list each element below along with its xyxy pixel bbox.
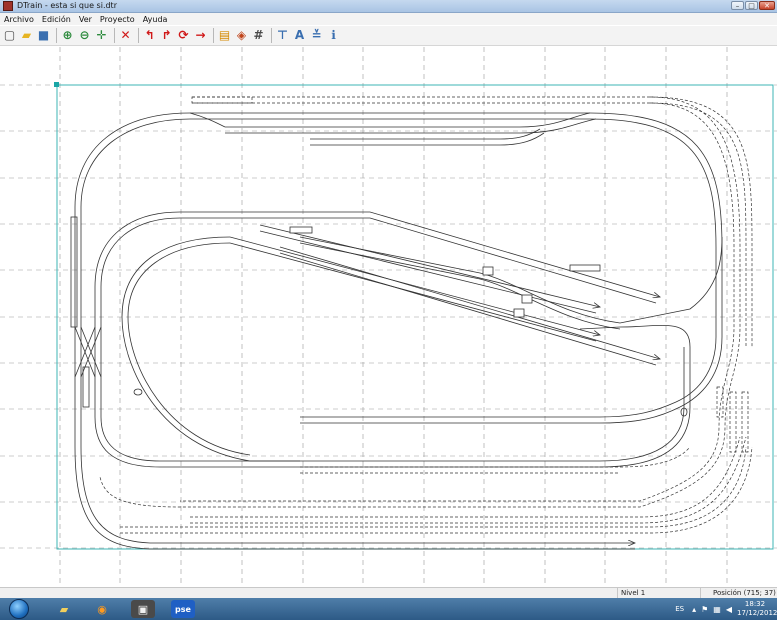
start-button[interactable] [9, 599, 29, 619]
toolbar: ▢ ▰ ■ ⊕ ⊖ ✛ ✕ ↰ ↱ ⟳ → ▤ ◈ # ⊤ A ≚ ℹ [0, 26, 777, 46]
dtrain-app-icon[interactable]: ▣ [131, 600, 155, 618]
menu-bar: Archivo Edición Ver Proyecto Ayuda [0, 13, 777, 25]
pan-move-icon[interactable]: ✛ [94, 28, 109, 43]
lower-level-tracks [99, 96, 753, 534]
flag-icon[interactable]: ⚑ [701, 605, 708, 614]
toolbar-separator [271, 28, 272, 43]
toolbar-separator [56, 28, 57, 43]
menu-archivo[interactable]: Archivo [4, 15, 34, 24]
new-file-icon[interactable]: ▢ [2, 28, 17, 43]
dtrain-logo-icon [3, 1, 13, 11]
menu-ayuda[interactable]: Ayuda [143, 15, 168, 24]
zoom-out-icon[interactable]: ⊖ [77, 28, 92, 43]
toolbar-separator [213, 28, 214, 43]
track-layout-drawing [0, 47, 777, 587]
toolbar-separator [138, 28, 139, 43]
grid-icon[interactable]: # [251, 28, 266, 43]
volume-icon[interactable]: ◀ [726, 605, 732, 614]
explorer-folder-icon[interactable]: ▰ [52, 600, 76, 618]
list-icon[interactable]: ▤ [217, 28, 232, 43]
taskbar: ▰ ◉ ▣ pse ES ▴ ⚑ ▦ ◀ 18:32 17/12/2012 [0, 598, 777, 620]
title-bar: DTrain - esta si que si.dtr – □ ✕ [0, 0, 777, 13]
grid-lines [0, 47, 777, 587]
save-icon[interactable]: ■ [36, 28, 51, 43]
info-icon[interactable]: ℹ [326, 28, 341, 43]
inner-loop-track [94, 211, 691, 468]
clock[interactable]: 18:32 17/12/2012 [737, 600, 777, 618]
left-crossover-track [70, 216, 688, 417]
rotate-icon[interactable]: ⟳ [176, 28, 191, 43]
pse-app-icon[interactable]: pse [171, 600, 195, 618]
window-controls: – □ ✕ [731, 1, 775, 10]
curve-right-icon[interactable]: ↱ [159, 28, 174, 43]
delete-icon[interactable]: ✕ [118, 28, 133, 43]
board-origin-handle[interactable] [54, 82, 59, 87]
clock-date: 17/12/2012 [737, 609, 777, 617]
menu-ver[interactable]: Ver [79, 15, 92, 24]
open-folder-icon[interactable]: ▰ [19, 28, 34, 43]
menu-edicion[interactable]: Edición [42, 15, 71, 24]
menu-proyecto[interactable]: Proyecto [100, 15, 135, 24]
network-icon[interactable]: ▦ [713, 605, 721, 614]
level-icon[interactable]: ⊤ [275, 28, 290, 43]
zoom-in-icon[interactable]: ⊕ [60, 28, 75, 43]
yard-tracks [180, 211, 723, 366]
language-indicator[interactable]: ES [675, 605, 684, 613]
window-title: DTrain - esta si que si.dtr [17, 1, 117, 10]
curve-left-icon[interactable]: ↰ [142, 28, 157, 43]
layout-canvas[interactable] [0, 47, 777, 587]
label-icon[interactable]: ≚ [309, 28, 324, 43]
media-player-icon[interactable]: ◉ [90, 600, 114, 618]
minimize-button[interactable]: – [731, 1, 744, 10]
outer-loop-track [74, 112, 723, 550]
system-tray: ES ▴ ⚑ ▦ ◀ 18:32 17/12/2012 [675, 598, 777, 620]
text-icon[interactable]: A [292, 28, 307, 43]
toolbar-separator [114, 28, 115, 43]
clock-time: 18:32 [744, 600, 766, 608]
palette-icon[interactable]: ◈ [234, 28, 249, 43]
maximize-button[interactable]: □ [745, 1, 758, 10]
close-button[interactable]: ✕ [759, 1, 775, 10]
top-siding-track [189, 112, 597, 146]
tray-expand-icon[interactable]: ▴ [692, 605, 696, 614]
straight-track-icon[interactable]: → [193, 28, 208, 43]
